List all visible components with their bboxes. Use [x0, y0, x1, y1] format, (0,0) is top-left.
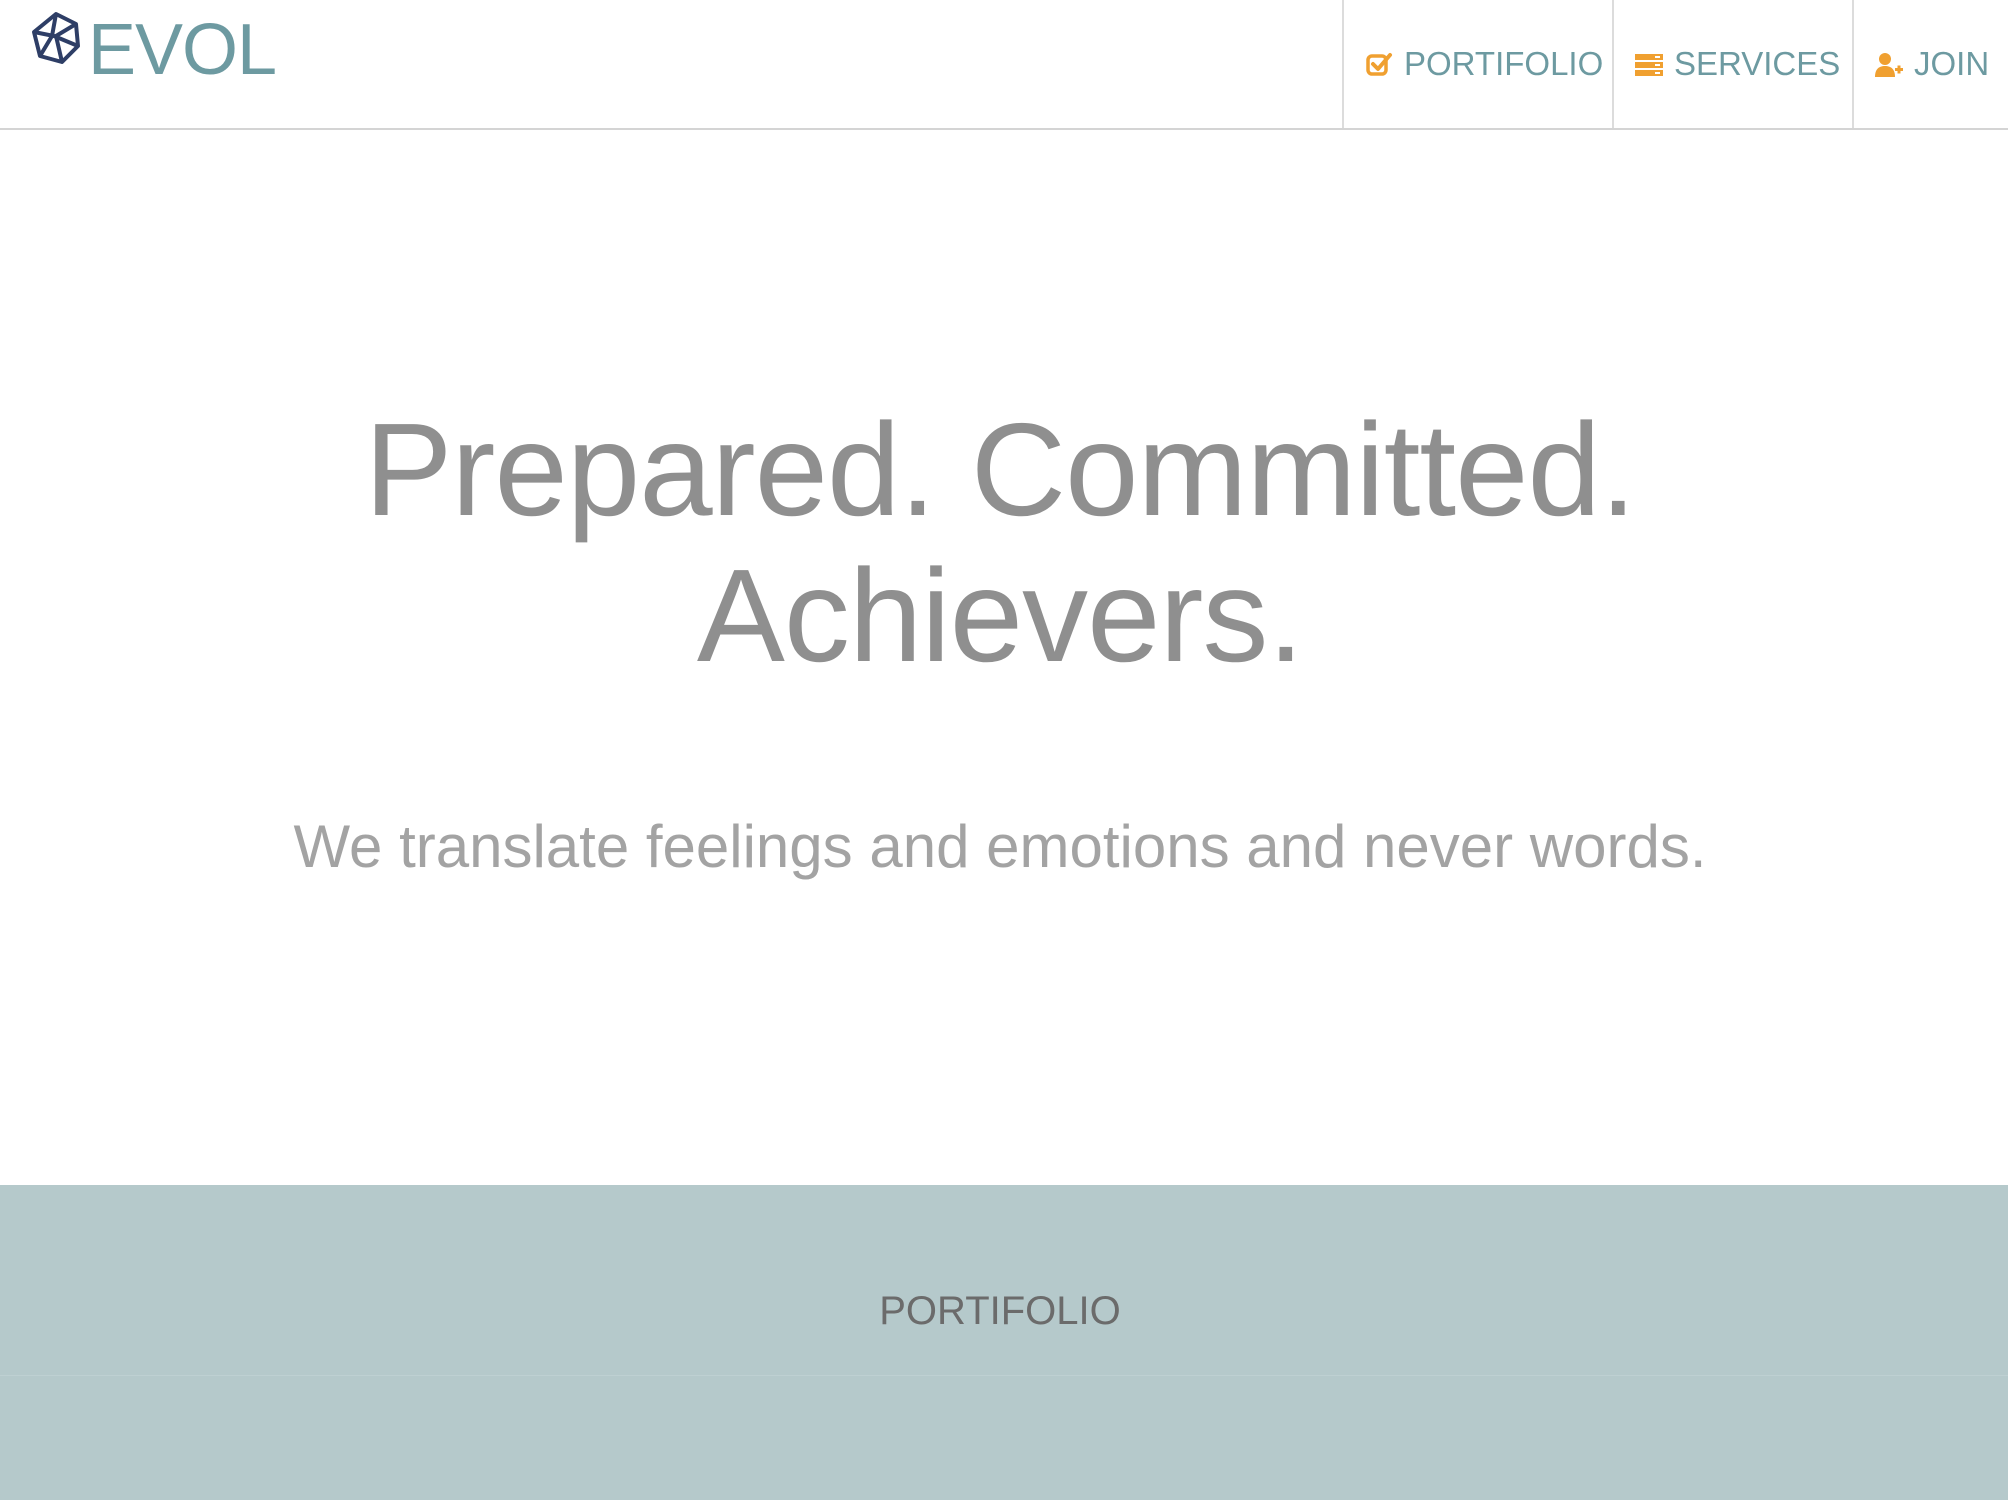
hero-subtitle: We translate feelings and emotions and n…: [293, 813, 1707, 880]
hero-title-line-2: Achievers.: [696, 542, 1304, 689]
brand[interactable]: EVOL: [28, 8, 277, 92]
hero-title-line-1: Prepared. Committed.: [364, 396, 1636, 543]
nav-item-label: JOIN: [1914, 45, 1990, 82]
nav-item-services[interactable]: SERVICES: [1612, 0, 1852, 128]
section-divider: [0, 1375, 2008, 1376]
portfolio-heading: PORTIFOLIO: [879, 1289, 1121, 1333]
nav-item-label: PORTIFOLIO: [1404, 45, 1604, 82]
server-icon: [1635, 54, 1663, 76]
portfolio-section: PORTIFOLIO: [0, 1185, 2008, 1500]
user-plus-icon: [1875, 53, 1903, 77]
checkbox-icon: [1366, 53, 1392, 76]
nav-item-portfolio[interactable]: PORTIFOLIO: [1342, 0, 1612, 128]
star-hexagon-logo-icon: [32, 12, 80, 64]
main-nav: PORTIFOLIO SERVICES JOIN: [1342, 0, 2008, 128]
site-header: EVOL PORTIFOLIO SERVICES JOIN: [0, 0, 2008, 130]
nav-item-label: SERVICES: [1674, 45, 1841, 82]
hero-title: Prepared. Committed. Achievers.: [0, 397, 2000, 689]
brand-name: EVOL: [88, 10, 277, 90]
nav-item-join[interactable]: JOIN: [1852, 0, 2008, 128]
hero-section: Prepared. Committed. Achievers. We trans…: [0, 130, 2008, 1185]
page: EVOL PORTIFOLIO SERVICES JOIN Prepared. …: [0, 0, 2008, 1500]
